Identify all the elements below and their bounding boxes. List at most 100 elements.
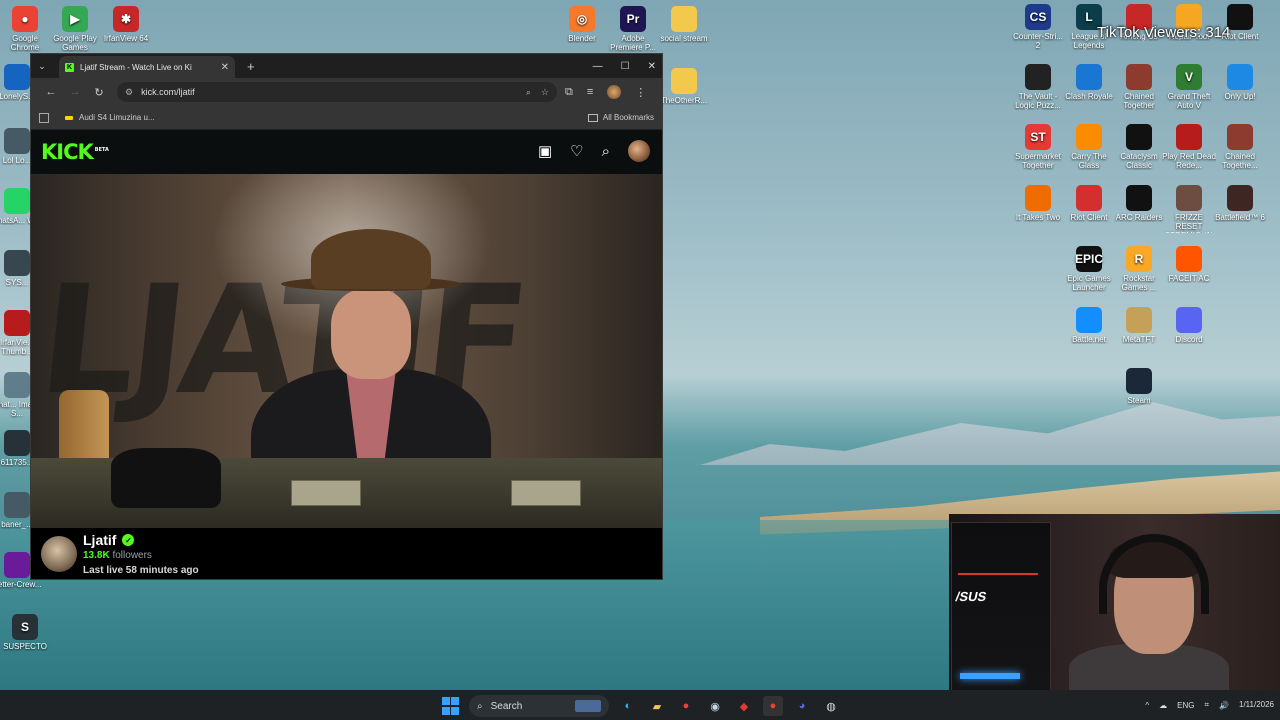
banner-money [511,480,581,506]
desktop-icon-label: Discord [1175,335,1203,344]
volume-icon[interactable]: 🔊 [1219,701,1229,710]
app-icon [1227,64,1253,90]
desktop-icon-label: Chained Together [1123,92,1155,110]
apps-grid-icon[interactable] [39,112,49,123]
bookmarks-bar: Audi S4 Limuzina u... All Bookmarks [31,106,662,130]
file-explorer-icon[interactable]: ▰ [647,696,667,716]
app-icon [1176,185,1202,211]
desktop-icon-label: Supermarket Together [1015,152,1061,170]
tray-chevron-icon[interactable]: ^ [1145,701,1149,710]
webcam-overlay: /SUS [949,514,1280,690]
chrome-active-icon[interactable]: ● [763,696,783,716]
desktop-icon[interactable]: ✱ IrfanView 64 [99,6,153,43]
taskbar-search[interactable]: ⌕ Search [469,695,609,717]
steam-icon[interactable]: ◉ [705,696,725,716]
clips-icon[interactable]: ▣ [538,142,552,160]
desktop-icon[interactable]: Battlefield™ 6 [1213,185,1267,222]
desktop-icon[interactable]: V Grand Theft Auto V [1162,64,1216,110]
desktop-icon[interactable]: Chained Together [1112,64,1166,110]
desktop-icon[interactable]: Clash Royale [1062,64,1116,101]
start-windows-icon[interactable] [440,696,460,716]
kick-logo[interactable]: KICK BETA [41,140,109,164]
desktop-icon-label: Rockstar Games ... [1121,274,1157,292]
desktop-icon[interactable]: MetaTFT [1112,307,1166,344]
follow-heart-icon[interactable]: ♡ [570,142,583,160]
desktop-icon[interactable]: FRIZZE RESET STREMIO (1) [1162,185,1216,233]
app-icon [1126,368,1152,394]
url-text[interactable]: kick.com/ljatif [141,87,516,97]
banner-phone [111,448,221,508]
tray-apps-icon[interactable]: ☁ [1159,701,1167,710]
discord-icon[interactable]: ◕ [792,696,812,716]
desktop-icon[interactable]: ST Supermarket Together [1011,124,1065,170]
app-icon: R [1126,246,1152,272]
site-info-icon[interactable]: ⚙ [125,87,133,98]
zoom-icon[interactable]: ⌕ [526,87,531,98]
maximize-icon[interactable]: ☐ [621,61,630,72]
desktop-icon[interactable]: Chained Togethe... [1213,124,1267,170]
desktop-icon[interactable]: ARC Raiders [1112,185,1166,222]
app-icon [1025,185,1051,211]
network-icon[interactable]: ⌗ [1205,700,1210,710]
app-icon [1176,124,1202,150]
app-icon [1025,64,1051,90]
banner-money [291,480,361,506]
desktop-icon[interactable]: Pr Adobe Premiere P... [606,6,660,52]
chrome-icon[interactable]: ● [676,696,696,716]
brave-icon[interactable]: ◆ [734,696,754,716]
desktop-icon[interactable]: Carry The Glass [1062,124,1116,170]
tab-kick-stream[interactable]: K Ljatif Stream - Watch Live on Ki ✕ [59,56,235,78]
language[interactable]: ENG [1177,701,1194,710]
minimize-icon[interactable]: — [593,61,603,72]
bookmark-audi[interactable]: Audi S4 Limuzina u... [79,113,155,122]
desktop-icon[interactable]: Steam [1112,368,1166,405]
desktop-icon[interactable]: TheOtherR... [657,68,711,105]
desktop-icon[interactable]: CS Counter-Stri... 2 [1011,4,1065,50]
channel-name[interactable]: Ljatif ✓ [83,532,135,548]
address-bar[interactable]: ⚙ kick.com/ljatif ⌕ ☆ [117,82,557,102]
close-window-icon[interactable]: ✕ [648,61,656,72]
desktop-icon[interactable]: Riot Client [1062,185,1116,222]
desktop-icon[interactable]: Battle.net [1062,307,1116,344]
clock[interactable]: 1/11/2026 [1239,700,1274,710]
desktop-icon[interactable]: R Rockstar Games ... [1112,246,1166,292]
tab-search-icon[interactable]: ⌄ [31,56,53,76]
edge-icon[interactable]: ◐ [618,696,638,716]
profile-avatar[interactable] [607,85,622,99]
menu-icon[interactable]: ⋮ [635,86,646,99]
desktop-icon[interactable]: Play Red Dead Rede... [1162,124,1216,170]
forward-icon[interactable]: → [63,86,87,98]
tab-close-icon[interactable]: ✕ [221,62,229,73]
desktop-icon[interactable]: Discord [1162,307,1216,344]
desktop-icon[interactable]: ● Google Chrome [0,6,52,52]
desktop-icon[interactable]: Only Up! [1213,64,1267,101]
media-controls-icon[interactable]: ≡ [587,86,593,98]
desktop-icon[interactable]: It Takes Two [1011,185,1065,222]
desktop-icon[interactable]: Cataclysm Classic [1112,124,1166,170]
new-tab-button[interactable]: + [247,59,255,74]
desktop-icon-label: Grand Theft Auto V [1167,92,1211,110]
desktop-icon[interactable]: social stream [657,6,711,43]
desktop-icon[interactable]: The Vault - Logic Puzz... [1011,64,1065,110]
channel-info: Ljatif ✓ 13.8K followers Last live 58 mi… [31,528,662,578]
app-icon: ● [12,6,38,32]
user-avatar[interactable] [628,140,650,162]
desktop-icon[interactable]: ▶ Google Play Games [48,6,102,52]
desktop-icon[interactable]: FACEIT AC [1162,246,1216,283]
channel-avatar[interactable] [41,536,77,572]
app-icon [671,6,697,32]
extensions-icon[interactable]: ⧉ [565,86,573,99]
reload-icon[interactable]: ↻ [87,86,111,99]
desktop-icon[interactable]: ◎ Blender [555,6,609,43]
desktop-icon[interactable]: EPIC Epic Games Launcher [1062,246,1116,292]
desktop-icon[interactable]: S SUSPECTO [0,614,52,651]
app-icon [1126,185,1152,211]
desktop-icon-label: Cataclysm Classic [1120,152,1158,170]
back-icon[interactable]: ← [39,86,63,98]
app-icon [1076,64,1102,90]
search-icon[interactable]: ⌕ [602,143,610,160]
app-icon: EPIC [1075,246,1103,272]
obs-icon[interactable]: ◍ [821,696,841,716]
bookmark-star-icon[interactable]: ☆ [541,87,549,98]
all-bookmarks[interactable]: All Bookmarks [587,113,654,122]
